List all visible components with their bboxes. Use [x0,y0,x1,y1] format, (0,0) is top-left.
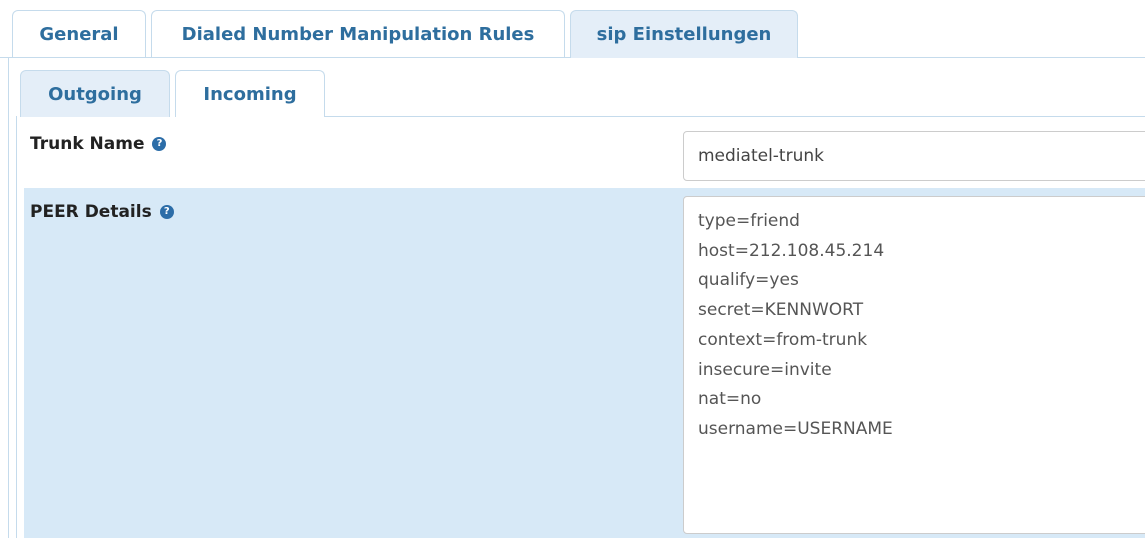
trunk-name-input[interactable]: mediatel-trunk [683,131,1145,181]
top-tab-bar-border [0,57,570,58]
tab-outgoing[interactable]: Outgoing [20,70,170,117]
tab-dialed-number-manipulation-rules[interactable]: Dialed Number Manipulation Rules [151,10,565,57]
peer-details-textarea[interactable]: type=friend host=212.108.45.214 qualify=… [683,196,1145,534]
question-circle-icon[interactable]: ? [159,205,174,219]
trunk-name-label-text: Trunk Name [30,134,145,154]
panel-left-border [8,57,9,538]
tab-incoming[interactable]: Incoming [175,70,325,117]
top-tab-bar-border-right [798,57,1145,58]
question-circle-icon[interactable]: ? [152,137,167,151]
tab-sip-einstellungen-label: sip Einstellungen [596,24,772,45]
tab-general-label: General [39,23,119,45]
peer-details-label-text: PEER Details [30,202,152,222]
sub-panel-left-border [16,116,17,538]
tab-dialed-number-manipulation-rules-label: Dialed Number Manipulation Rules [181,23,535,45]
tab-incoming-label: Incoming [203,83,297,105]
peer-details-label: PEER Details ? [30,202,174,222]
trunk-name-label: Trunk Name ? [30,134,167,154]
trunk-name-value: mediatel-trunk [698,146,824,166]
sub-tab-bar-border [325,116,1145,117]
tab-outgoing-label: Outgoing [48,83,142,105]
tab-sip-einstellungen[interactable]: sip Einstellungen [570,10,798,58]
tab-general[interactable]: General [12,10,146,57]
